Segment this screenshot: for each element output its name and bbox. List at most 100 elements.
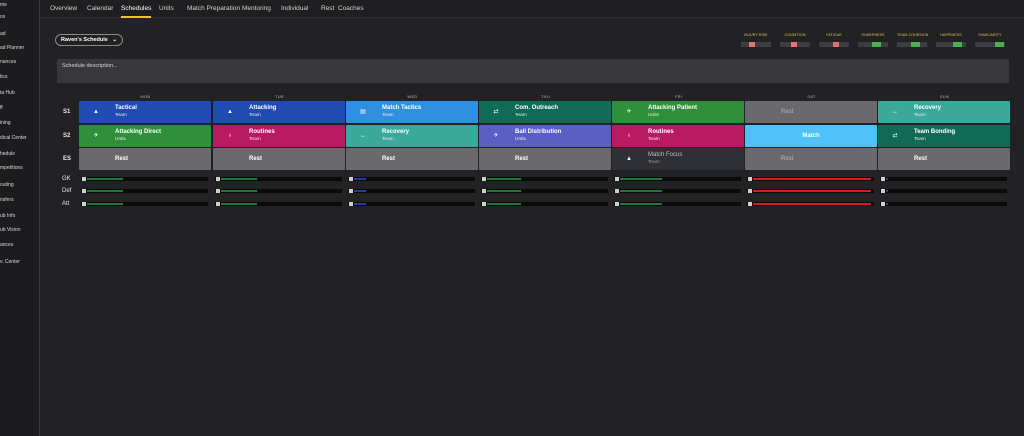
session-title: Routines xyxy=(249,129,275,135)
metric-familiarity: FAMILIARITY xyxy=(975,33,1005,47)
session-subtitle: Units xyxy=(648,113,659,118)
session-cell[interactable]: Rest xyxy=(213,148,345,170)
session-cell[interactable]: ♁ Routines Team xyxy=(612,125,744,147)
tab-calendar[interactable]: Calendar xyxy=(87,0,113,18)
runner-icon: ✈ xyxy=(493,133,499,139)
session-cell[interactable]: ▲ Attacking Team xyxy=(213,101,345,123)
sidebar-item[interactable]: nsfers xyxy=(0,194,39,206)
sidebar-item[interactable]: v. Center xyxy=(0,256,39,268)
session-cell[interactable]: Match xyxy=(745,125,877,147)
sidebar-item[interactable]: ub Info xyxy=(0,210,39,222)
session-cell[interactable]: ♁ Routines Team xyxy=(213,125,345,147)
session-title: Match Focus xyxy=(648,152,683,158)
session-cell[interactable]: ▲ Tactical Team xyxy=(79,101,211,123)
session-cell[interactable]: ✈ Attacking Patient Units xyxy=(612,101,744,123)
session-cell[interactable]: ✈ Attacking Direct Units xyxy=(79,125,211,147)
sidebar-item[interactable]: ining xyxy=(0,117,39,129)
load-bar xyxy=(215,202,342,206)
session-cell[interactable]: ↔ Recovery Team xyxy=(878,101,1010,123)
session-cell[interactable]: ▲ Match Focus Team xyxy=(612,148,744,170)
session-title: Match Tactics xyxy=(382,105,422,111)
metric-level xyxy=(911,42,920,47)
load-fill xyxy=(221,178,257,180)
load-bar xyxy=(348,202,475,206)
session-title: Attacking xyxy=(249,105,277,111)
sidebar-item[interactable]: me xyxy=(0,0,39,11)
sidebar-item[interactable]: ub Vision xyxy=(0,224,39,236)
sidebar-item[interactable]: nances xyxy=(0,56,39,68)
session-subtitle: Team xyxy=(648,160,660,165)
load-bar xyxy=(614,177,741,181)
load-fill xyxy=(221,190,257,192)
chevron-down-icon: ⌄ xyxy=(112,37,117,43)
tab-individual[interactable]: Individual xyxy=(281,0,308,18)
session-title: Ball Distribution xyxy=(515,129,562,135)
session-title: Rest xyxy=(914,156,928,162)
handshake-icon: ⇄ xyxy=(493,109,499,115)
load-indicator-icon xyxy=(881,189,885,193)
session-cell[interactable]: ✈ Ball Distribution Units xyxy=(479,125,611,147)
session-title: Recovery xyxy=(382,129,410,135)
schedule-description-field[interactable]: Schedule description... xyxy=(57,59,1009,83)
tab-rest[interactable]: Rest xyxy=(321,0,334,18)
tab-units[interactable]: Units xyxy=(159,0,174,18)
load-fill xyxy=(87,203,123,205)
tab-overview[interactable]: Overview xyxy=(50,0,77,18)
session-cell[interactable]: Rest xyxy=(479,148,611,170)
session-subtitle: Team xyxy=(249,137,261,142)
sidebar-item[interactable]: ta Hub xyxy=(0,87,39,99)
tab-mentoring[interactable]: Mentoring xyxy=(242,0,271,18)
session-cell[interactable]: Rest xyxy=(878,148,1010,170)
session-cell[interactable]: ▤ Match Tactics Team xyxy=(346,101,478,123)
metric-level xyxy=(995,42,1004,47)
load-indicator-icon xyxy=(82,202,86,206)
metric-bar xyxy=(936,42,966,47)
session-subtitle: Team xyxy=(382,113,394,118)
load-indicator-icon xyxy=(615,202,619,206)
session-title: Rest xyxy=(115,156,129,162)
session-title: Rest xyxy=(515,156,529,162)
session-title: Rest xyxy=(781,156,794,162)
sidebar-item[interactable]: dical Center xyxy=(0,132,39,144)
session-subtitle: Units xyxy=(515,137,526,142)
load-bar xyxy=(81,189,208,193)
sidebar-item[interactable]: ances xyxy=(0,239,39,251)
session-title: Rest xyxy=(382,156,396,162)
sidebar-item[interactable]: ad Planner xyxy=(0,42,39,54)
session-title: Team Bonding xyxy=(914,129,956,135)
load-bar xyxy=(614,202,741,206)
sidebar-item[interactable]: ox xyxy=(0,11,39,23)
session-cell[interactable]: Rest xyxy=(745,148,877,170)
session-cell[interactable]: Rest xyxy=(79,148,211,170)
load-bar xyxy=(880,189,1007,193)
tab-coaches[interactable]: Coaches xyxy=(338,0,364,18)
tab-schedules[interactable]: Schedules xyxy=(121,0,152,18)
whistle-icon: ♁ xyxy=(227,133,233,139)
sidebar-item[interactable]: ad xyxy=(0,28,39,40)
session-cell[interactable]: Rest xyxy=(346,148,478,170)
runner-icon: ✈ xyxy=(626,109,632,115)
load-fill xyxy=(620,203,662,205)
session-title: Routines xyxy=(648,129,674,135)
load-indicator-icon xyxy=(748,177,752,181)
tab-match-preparation[interactable]: Match Preparation xyxy=(187,0,240,18)
load-fill xyxy=(487,178,521,180)
sidebar-item[interactable]: mpetitions xyxy=(0,162,39,174)
metric-bar xyxy=(858,42,888,47)
session-cell[interactable]: ⇄ Team Bonding Team xyxy=(878,125,1010,147)
load-fill xyxy=(221,203,257,205)
schedule-selector-button[interactable]: Raven's Schedule ⌄ xyxy=(55,34,123,46)
metric-team-cohesion: TEAM COHESION xyxy=(897,33,928,47)
session-cell[interactable]: Rest xyxy=(745,101,877,123)
schedule-description-placeholder: Schedule description... xyxy=(62,63,118,69)
sidebar-item[interactable]: outing xyxy=(0,179,39,191)
load-indicator-icon xyxy=(482,202,486,206)
sidebar-item[interactable]: hedule xyxy=(0,148,39,160)
session-cell[interactable]: ↔ Recovery Team xyxy=(346,125,478,147)
session-subtitle: Units xyxy=(115,137,126,142)
sidebar-item[interactable]: ff xyxy=(0,102,39,114)
load-bar xyxy=(614,189,741,193)
sidebar-item[interactable]: tics xyxy=(0,71,39,83)
session-cell[interactable]: ⇄ Com. Outreach Team xyxy=(479,101,611,123)
day-header-fri: FRI xyxy=(674,94,683,99)
